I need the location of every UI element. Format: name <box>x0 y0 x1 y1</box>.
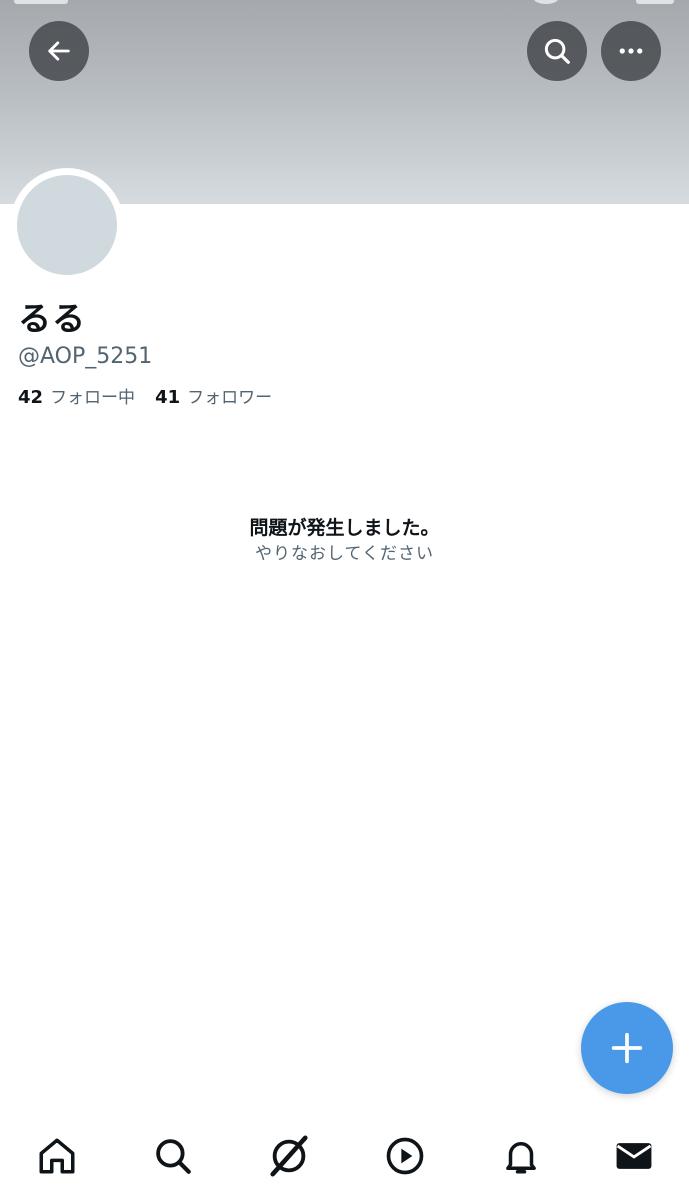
play-circle-icon <box>386 1137 424 1175</box>
profile-banner <box>0 0 689 204</box>
avatar[interactable] <box>17 175 117 275</box>
error-title: 問題が発生しました。 <box>249 517 440 539</box>
followers-link[interactable]: 41 フォロワー <box>155 383 272 408</box>
status-bar-fragment <box>14 0 68 4</box>
error-message: 問題が発生しました。 やりなおしてください <box>0 514 689 566</box>
search-icon <box>544 38 570 64</box>
home-icon <box>39 1138 75 1174</box>
follow-stats: 42 フォロー中 41 フォロワー <box>18 383 272 408</box>
tab-home[interactable] <box>33 1132 81 1180</box>
error-retry-link[interactable]: やりなおしてください <box>0 542 689 566</box>
following-count: 42 <box>18 387 44 408</box>
status-bar-fragment <box>636 0 674 4</box>
status-bar-fragment <box>534 0 558 4</box>
tab-search[interactable] <box>149 1132 197 1180</box>
bell-icon <box>506 1142 536 1174</box>
plus-icon <box>611 1032 643 1064</box>
followers-count: 41 <box>155 387 181 408</box>
tab-messages[interactable] <box>610 1132 658 1180</box>
bottom-tab-bar <box>0 1110 689 1200</box>
more-button[interactable] <box>601 21 661 81</box>
user-handle: @AOP_5251 <box>18 344 153 369</box>
followers-label: フォロワー <box>187 388 273 408</box>
compose-button[interactable] <box>581 1002 673 1094</box>
more-horizontal-icon <box>619 48 643 54</box>
tab-grok[interactable] <box>265 1132 313 1180</box>
search-icon <box>156 1139 191 1174</box>
tab-notifications[interactable] <box>497 1132 545 1180</box>
arrow-left-icon <box>48 41 70 61</box>
search-button[interactable] <box>527 21 587 81</box>
grok-slash-icon <box>270 1135 308 1177</box>
mail-icon <box>616 1143 652 1169</box>
following-link[interactable]: 42 フォロー中 <box>18 383 135 408</box>
tab-video[interactable] <box>381 1132 429 1180</box>
following-label: フォロー中 <box>50 388 136 408</box>
display-name: るる <box>18 299 86 338</box>
back-button[interactable] <box>29 21 89 81</box>
